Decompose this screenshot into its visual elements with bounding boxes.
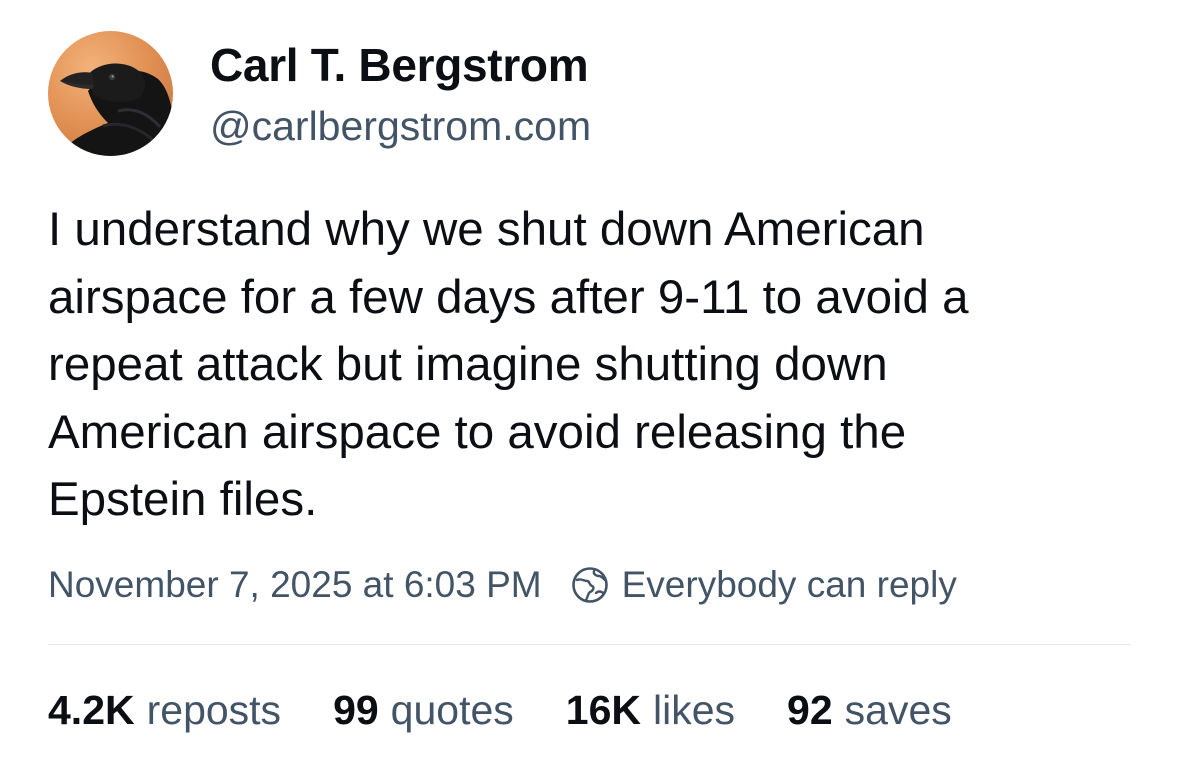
- engagement-stats: 4.2K reposts 99 quotes 16K likes 92 save…: [48, 682, 952, 738]
- author-display-name[interactable]: Carl T. Bergstrom: [210, 38, 589, 92]
- author-handle[interactable]: @carlbergstrom.com: [210, 101, 591, 151]
- reply-setting[interactable]: Everybody can reply: [570, 564, 957, 606]
- globe-icon: [571, 567, 608, 603]
- stat-count: 92: [787, 686, 833, 733]
- stat-likes[interactable]: 16K likes: [566, 687, 735, 734]
- stat-label: likes: [653, 686, 736, 733]
- post-text-line: Epstein files.: [48, 473, 318, 526]
- post-body: I understand why we shut down American a…: [48, 196, 1138, 534]
- post-text-line: airspace for a few days after 9-11 to av…: [48, 270, 969, 324]
- post-card: Carl T. Bergstrom @carlbergstrom.com I u…: [0, 0, 1179, 763]
- post-text-line: repeat attack but imagine shutting down: [48, 338, 888, 391]
- stat-saves[interactable]: 92 saves: [787, 687, 952, 734]
- reply-setting-label: Everybody can reply: [621, 564, 957, 605]
- stat-count: 16K: [565, 686, 641, 733]
- author-avatar[interactable]: [48, 31, 173, 156]
- stat-quotes[interactable]: 99 quotes: [333, 687, 514, 734]
- crow-avatar-icon: [48, 31, 173, 156]
- stat-count: 99: [333, 686, 379, 733]
- stat-label: saves: [844, 686, 952, 733]
- post-timestamp[interactable]: November 7, 2025 at 6:03 PM: [48, 564, 542, 606]
- stat-label: reposts: [146, 686, 282, 733]
- stat-label: quotes: [390, 686, 514, 733]
- stat-reposts[interactable]: 4.2K reposts: [48, 687, 281, 734]
- stat-count: 4.2K: [48, 686, 135, 733]
- post-text-line: American airspace to avoid releasing the: [48, 405, 907, 459]
- post-meta: November 7, 2025 at 6:03 PM Everybody ca…: [48, 558, 957, 612]
- divider: [48, 644, 1131, 645]
- post-text-line: I understand why we shut down American: [48, 203, 925, 256]
